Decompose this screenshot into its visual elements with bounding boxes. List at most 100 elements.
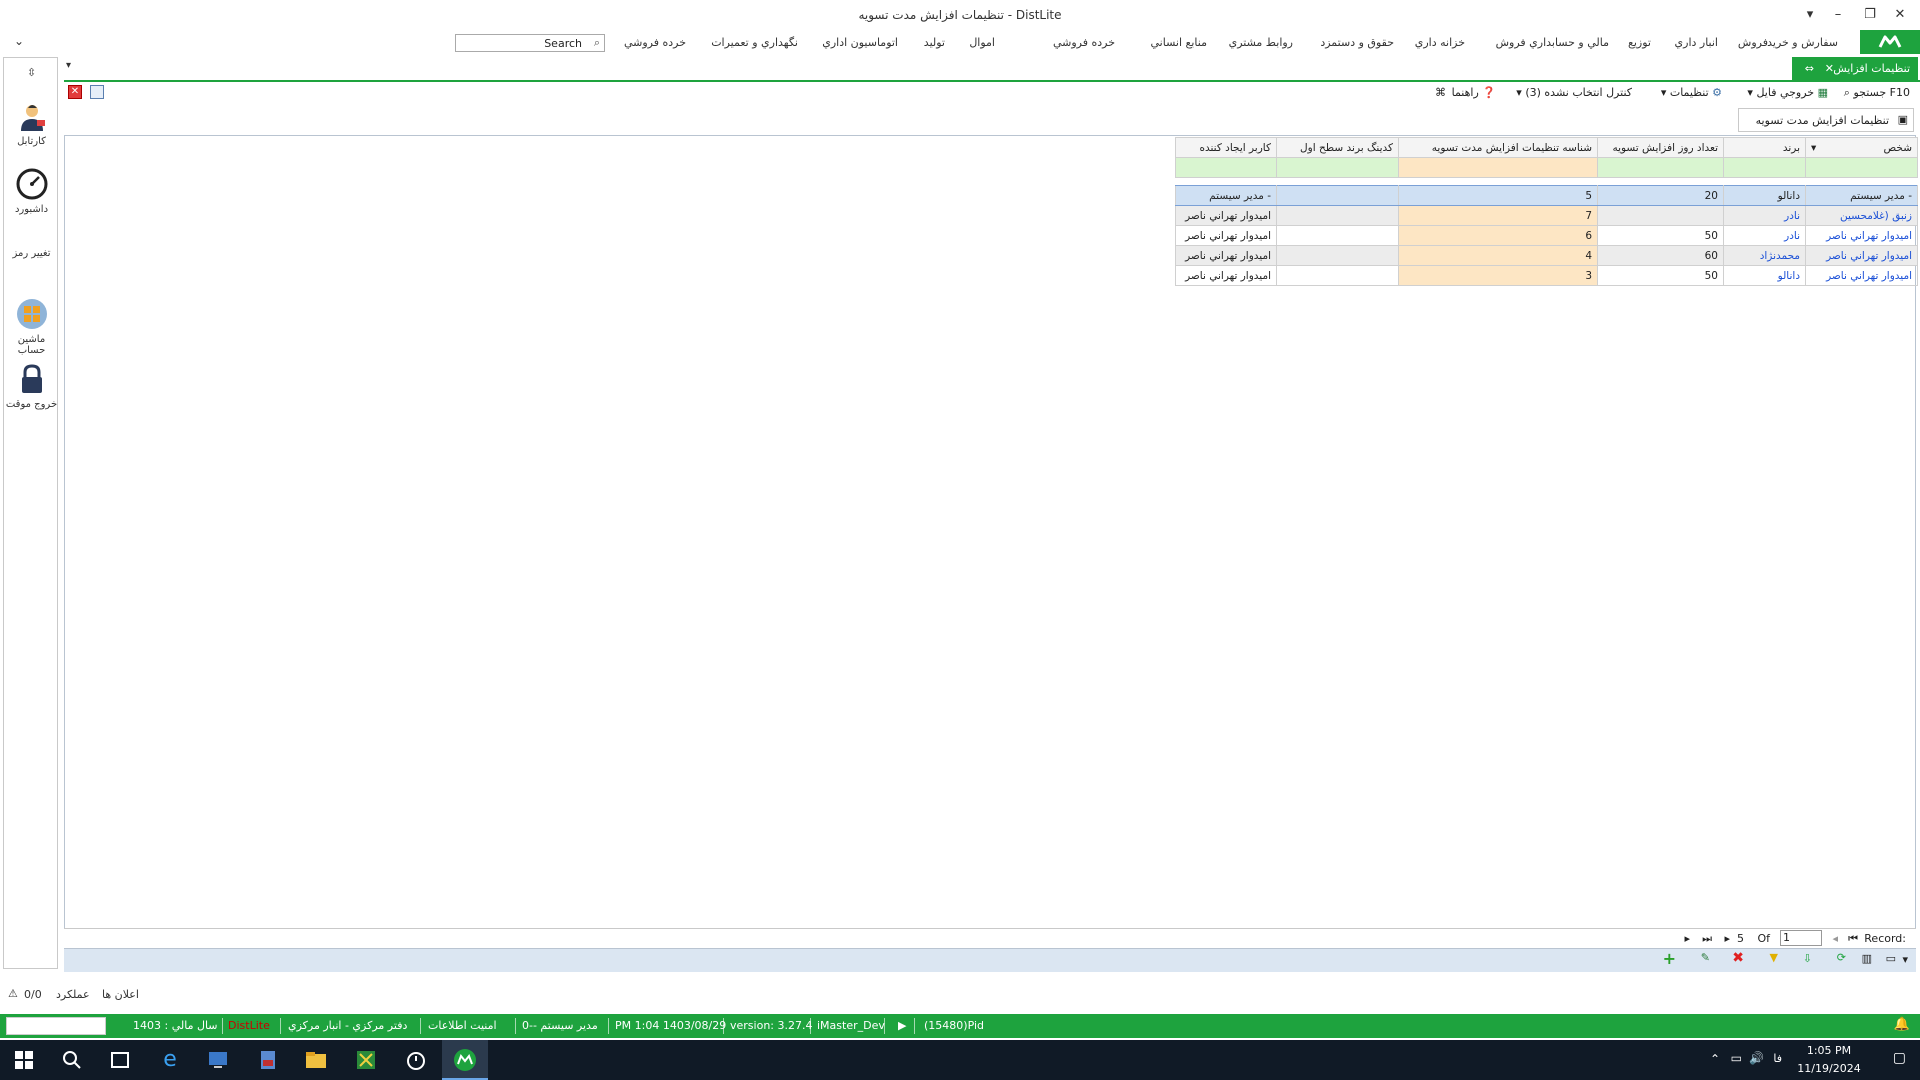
next-page-icon[interactable]: ▸ [1684,932,1690,945]
delete-icon[interactable]: ✖ [1732,950,1744,966]
tab-dropdown-icon[interactable]: ▾ [66,60,71,71]
play-icon[interactable]: ▶ [898,1019,906,1032]
menu-item-office-automation[interactable]: اتوماسيون اداري [822,36,898,49]
filter-brand-code[interactable] [1276,157,1399,178]
settings-button[interactable]: ▾ تنظيمات ⚙ [1661,86,1722,99]
menu-item-production[interactable]: توليد [924,36,945,49]
cell-person[interactable]: زنبق (غلامحسين [1805,205,1918,226]
close-form-icon[interactable]: ✕ [68,85,82,99]
menu-item-crm[interactable]: روابط مشتري [1229,36,1293,49]
table-row[interactable]: اميدوار تهراني ناصر 4 60 محمدنژاد اميدوا… [1175,245,1918,266]
col-header-days[interactable]: تعداد روز افزايش تسويه [1597,137,1724,158]
search-taskbar-icon[interactable] [60,1048,84,1072]
menu-item-treasury[interactable]: خزانه داري [1415,36,1465,49]
distlite-taskbar-item[interactable] [442,1040,488,1080]
cell-brand[interactable]: نادر [1723,225,1806,246]
menu-item-maintenance[interactable]: نگهداري و تعميرات [711,36,798,49]
clock-date[interactable]: 11/19/2024 [1790,1062,1868,1075]
menu-item-ordering[interactable]: سفارش و خرید [1767,36,1838,49]
cell-brand[interactable]: نادر [1723,205,1806,226]
notifications-icon[interactable]: ▢ [1893,1050,1906,1066]
prev-record-icon[interactable]: ◂ [1832,932,1838,945]
record-current-input[interactable]: 1 [1780,930,1822,946]
tool-app-icon[interactable] [354,1048,378,1072]
export-file-button[interactable]: ▾ خروجي فايل ▦ [1747,86,1828,99]
menu-item-assets[interactable]: اموال [969,36,995,49]
language-indicator[interactable]: فا [1773,1052,1782,1065]
cell-person[interactable]: اميدوار تهراني ناصر [1805,245,1918,266]
table-row[interactable]: اميدوار تهراني ناصر 6 50 نادر اميدوار ته… [1175,225,1918,246]
filter-icon[interactable]: ▼ [1770,951,1778,964]
search-input[interactable]: Search ⌕ [455,34,605,52]
menu-item-distribution[interactable]: توزيع [1628,36,1651,49]
add-icon[interactable]: + [1663,949,1676,968]
rail-pin-icon[interactable]: ⇳ [4,66,59,79]
col-header-person[interactable]: ▾ شخص [1805,137,1918,158]
close-window-button[interactable]: ✕ [1888,5,1912,25]
server-manager-icon[interactable] [256,1048,280,1072]
file-explorer-icon[interactable] [304,1048,328,1072]
menu-item-sales[interactable]: فروش [1738,36,1768,49]
rail-item-temp-logout[interactable]: خروج موقت [4,363,59,410]
rail-item-calculator[interactable]: ماشين حساب [4,298,59,356]
refresh-icon[interactable]: ⟳ [1837,951,1846,964]
rail-item-change-password[interactable]: تغيير رمز [4,248,59,259]
binoculars-icon[interactable]: ⌘ [1435,86,1446,99]
filter-days[interactable] [1597,157,1724,178]
rail-item-cartable[interactable]: کارتابل [4,102,59,147]
tab-close-icon[interactable]: ✕ [1825,62,1834,75]
next-record-icon[interactable]: ▸ [1724,932,1730,945]
status-input[interactable] [6,1017,106,1035]
menu-item-payroll[interactable]: حقوق و دستمزد [1320,36,1394,49]
table-row[interactable]: مدير سيستم - 5 20 دانالو مدير سيستم - [1175,185,1918,206]
collapse-chevron-icon[interactable]: ⌄ [14,34,24,48]
menu-item-hr[interactable]: منابع انساني [1151,36,1208,49]
cell-brand[interactable]: دانالو [1723,265,1806,286]
table-row[interactable]: اميدوار تهراني ناصر 3 50 دانالو اميدوار … [1175,265,1918,286]
search-f10-button[interactable]: ⌕ جستجو F10 [1844,86,1910,100]
windows-start-icon[interactable] [12,1048,36,1072]
new-doc-icon[interactable]: ▭ [1886,952,1896,965]
export-grid-icon[interactable]: ⇩ [1803,952,1812,965]
volume-icon[interactable]: 🔊 [1749,1051,1764,1065]
task-view-icon[interactable] [108,1048,132,1072]
filter-settings-id[interactable] [1398,157,1598,178]
filter-person[interactable] [1805,157,1918,178]
cell-brand[interactable]: محمدنژاد [1723,245,1806,266]
filter-brand[interactable] [1723,157,1806,178]
edit-icon[interactable]: ✎ [1701,951,1710,964]
menu-item-warehouse[interactable]: انبار داري [1675,36,1718,49]
announcements-tab[interactable]: اعلان ها [102,988,139,1001]
tray-expand-icon[interactable]: ⌃ [1710,1052,1720,1066]
selection-control-button[interactable]: ▾ کنترل انتخاب نشده (3) [1516,86,1632,99]
performance-tab[interactable]: عملکرد [56,988,90,1001]
clock-time[interactable]: 1:05 PM [1794,1044,1864,1057]
remote-desktop-icon[interactable] [206,1048,230,1072]
first-record-icon[interactable]: ⏮ [1848,932,1858,946]
col-header-brand-code[interactable]: کدينگ برند سطح اول [1276,137,1399,158]
rail-item-dashboard[interactable]: داشبورد [4,168,59,215]
cell-person[interactable]: اميدوار تهراني ناصر [1805,225,1918,246]
window-layout-icon[interactable] [90,85,104,99]
menu-item-retail-2[interactable]: خرده فروشي [624,36,686,49]
tab-pin-icon[interactable]: ⇔ [1805,62,1814,75]
timer-app-icon[interactable] [404,1048,428,1072]
minimize-button[interactable]: – [1826,5,1850,25]
options-dropdown-icon[interactable]: ▾ [1902,953,1908,966]
col-header-creator[interactable]: کاربر ايجاد کننده [1175,137,1277,158]
bell-icon[interactable]: 🔔 [1894,1017,1910,1032]
pin-menu-icon[interactable]: ▾ [1798,5,1822,25]
table-row[interactable]: اميدوار تهراني ناصر 7 نادر زنبق (غلامحسي… [1175,205,1918,226]
columns-icon[interactable]: ▥ [1862,952,1872,965]
last-record-icon[interactable]: ⏭ [1702,932,1712,946]
network-icon[interactable]: ▭ [1731,1051,1742,1065]
col-header-settings-id[interactable]: شناسه تنظيمات افزايش مدت تسويه [1398,137,1598,158]
filter-creator[interactable] [1175,157,1277,178]
ie-browser-icon[interactable]: e [158,1048,182,1072]
subtab-settlement-settings[interactable]: تنظيمات افزايش مدت تسويه ▣ [1738,108,1914,132]
tab-settings-increase[interactable]: تنظیمات افزایش ✕ ⇔ [1792,57,1918,80]
col-header-brand[interactable]: برند [1723,137,1806,158]
menu-item-retail[interactable]: خرده فروشي [1053,36,1115,49]
cell-person[interactable]: اميدوار تهراني ناصر [1805,265,1918,286]
help-button[interactable]: راهنما ❓ [1452,86,1496,99]
